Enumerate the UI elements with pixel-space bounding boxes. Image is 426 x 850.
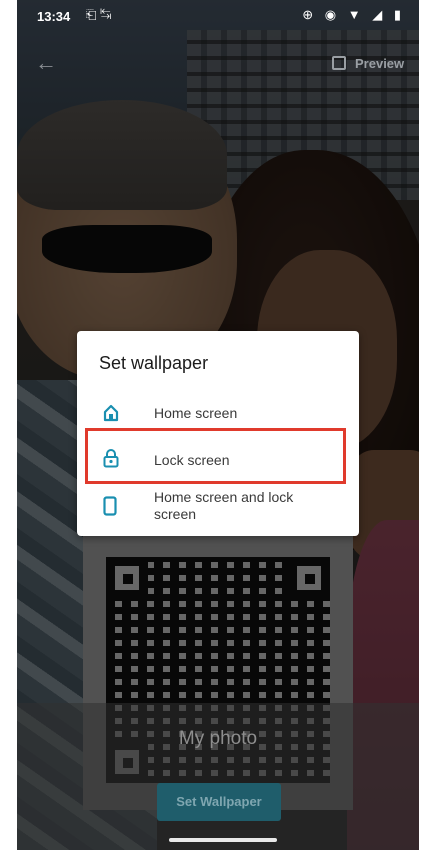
phone-icon (103, 496, 117, 521)
option-label: Home screen (154, 405, 238, 421)
top-bar: ← Preview (17, 48, 419, 80)
status-bar: 13:34 ⎗ ↹ ⊕ ◉ ▼ ◢ ▮ (17, 0, 419, 34)
home-icon (103, 404, 119, 427)
wallpaper-name: My photo (178, 728, 258, 749)
dialog-title: Set wallpaper (99, 353, 209, 373)
preview-label[interactable]: Preview (355, 56, 404, 71)
status-time: 13:34 (37, 9, 71, 24)
set-wallpaper-button[interactable]: Set Wallpaper (157, 783, 281, 821)
system-status-icons: ⊕ ◉ ▼ ◢ ▮ (302, 7, 405, 22)
preview-checkbox[interactable] (332, 56, 346, 70)
gesture-nav-handle[interactable] (169, 838, 277, 842)
notification-icons: ⎗ ↹ (86, 7, 112, 22)
back-arrow-icon[interactable]: ← (35, 52, 57, 74)
option-label: Home screen and lock screen (154, 489, 294, 522)
annotation-highlight-box (85, 428, 346, 484)
option-home-and-lock-screen[interactable]: Home screen and lock screen (77, 482, 359, 532)
bottom-panel (17, 703, 419, 850)
